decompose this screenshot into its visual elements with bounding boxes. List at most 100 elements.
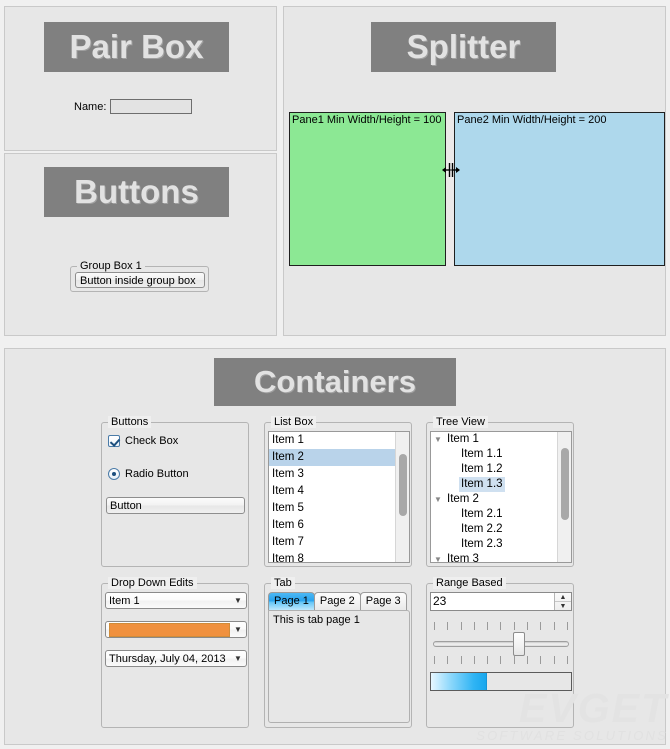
list-item[interactable]: Item 6 [269, 517, 395, 534]
chevron-down-icon[interactable]: ▼ [230, 625, 246, 634]
tab-strip: Page 1 Page 2 Page 3 [268, 592, 410, 610]
tab-body: This is tab page 1 [268, 610, 410, 723]
pair-box-name-row: Name: [74, 99, 193, 114]
group-box-1: Group Box 1 Button inside group box [70, 260, 209, 292]
tick-mark [553, 656, 555, 664]
tree-view-scroll-thumb[interactable] [561, 448, 569, 520]
tree-node[interactable]: Item 1.3 [431, 477, 557, 492]
tick-mark [460, 656, 462, 664]
button-inside-group-box[interactable]: Button inside group box [75, 272, 205, 288]
tree-node[interactable]: ▼ Item 3 [431, 552, 557, 563]
list-item[interactable]: Item 8 [269, 551, 395, 562]
tree-node-label: Item 2.2 [461, 523, 503, 535]
list-item[interactable]: Item 5 [269, 500, 395, 517]
tick-mark [566, 656, 568, 664]
color-combo-box[interactable]: ▼ [105, 621, 247, 638]
name-label: Name: [74, 100, 107, 113]
spin-edit-value: 23 [433, 594, 447, 608]
progress-bar-fill [431, 673, 487, 690]
date-combo-box[interactable]: Thursday, July 04, 2013 ▼ [105, 650, 247, 667]
tree-node-label: Item 3 [447, 553, 479, 563]
list-item[interactable]: Item 7 [269, 534, 395, 551]
tick-mark [500, 622, 502, 630]
tick-mark [473, 656, 475, 664]
tree-node[interactable]: Item 2.3 [431, 537, 557, 552]
tick-mark [566, 622, 568, 630]
tab-1[interactable]: Page 1 [268, 592, 315, 610]
list-box-group: List Box Item 1 Item 2 Item 3 Item 4 Item 5I… [264, 416, 412, 567]
triangle-down-icon[interactable]: ▼ [555, 602, 571, 610]
list-box-scrollbar[interactable] [395, 432, 409, 562]
range-based-group: Range Based 23 ▲ ▼ [426, 577, 574, 728]
spin-edit-buttons[interactable]: ▲ ▼ [554, 593, 571, 610]
tick-mark [460, 622, 462, 630]
splitter-pane-2-label: Pane2 Min Width/Height = 200 [457, 114, 607, 126]
tick-mark [447, 622, 449, 630]
list-box[interactable]: Item 1 Item 2 Item 3 Item 4 Item 5 Item 6 Item… [268, 431, 410, 563]
radio-icon[interactable] [108, 468, 120, 480]
spin-edit[interactable]: 23 ▲ ▼ [430, 592, 572, 611]
app-window: Pair Box Name: Buttons Group Box 1 Butto… [0, 0, 670, 749]
triangle-down-icon[interactable]: ▼ [431, 492, 445, 507]
splitter-pane-1: Pane1 Min Width/Height = 100 [289, 112, 446, 266]
tick-mark [447, 656, 449, 664]
list-item[interactable]: Item 3 [269, 466, 395, 483]
tick-mark [500, 656, 502, 664]
tick-mark [487, 622, 489, 630]
tree-node[interactable]: ▼ Item 1 [431, 432, 557, 447]
name-input[interactable] [110, 99, 193, 114]
track-bar-track[interactable] [433, 641, 569, 647]
tree-node[interactable]: Item 2.2 [431, 522, 557, 537]
track-bar-ticks-bottom [434, 656, 568, 664]
list-item[interactable]: Item 2 [269, 449, 395, 466]
radio-button-row[interactable]: Radio Button [108, 468, 189, 480]
list-item[interactable]: Item 4 [269, 483, 395, 500]
tree-view[interactable]: ▼ Item 1 Item 1.1 Item 1.2 Item 1.3 ▼ Item 2 It… [430, 431, 572, 563]
track-bar[interactable] [430, 622, 572, 666]
tab-legend: Tab [271, 577, 295, 589]
item-combo-box[interactable]: Item 1 ▼ [105, 592, 247, 609]
tree-node-label: Item 2 [447, 493, 479, 505]
tree-node[interactable]: Item 1.2 [431, 462, 557, 477]
chevron-down-icon[interactable]: ▼ [230, 654, 246, 663]
splitter-heading: Splitter [371, 22, 556, 72]
tree-view-scrollbar[interactable] [557, 432, 571, 562]
track-bar-thumb[interactable] [513, 632, 526, 656]
tree-node-label: Item 1.1 [461, 448, 503, 460]
tree-node-label: Item 2.3 [461, 538, 503, 550]
tree-node[interactable]: ▼ Item 2 [431, 492, 557, 507]
item-combo-value: Item 1 [109, 594, 140, 607]
buttons-heading: Buttons [44, 167, 229, 217]
chevron-down-icon[interactable]: ▼ [230, 596, 246, 605]
tree-node-label: Item 1.3 [459, 477, 505, 492]
tab-2[interactable]: Page 2 [313, 592, 361, 610]
track-bar-ticks-top [434, 622, 568, 630]
tree-node[interactable]: Item 1.1 [431, 447, 557, 462]
tab-group: Tab Page 1 Page 2 Page 3 This is tab page … [264, 577, 412, 728]
tick-mark [527, 622, 529, 630]
splitter-bar[interactable] [446, 112, 454, 266]
containers-button[interactable]: Button [106, 497, 245, 514]
tab-body-text: This is tab page 1 [273, 614, 360, 626]
containers-heading: Containers [214, 358, 456, 406]
tree-node-label: Item 2.1 [461, 508, 503, 520]
check-box-row[interactable]: Check Box [108, 435, 178, 447]
radio-button-label: Radio Button [125, 468, 189, 480]
list-box-legend: List Box [271, 416, 317, 428]
tick-mark [434, 622, 435, 630]
checkbox-icon[interactable] [108, 435, 120, 447]
tree-view-legend: Tree View [433, 416, 488, 428]
pair-box-heading: Pair Box [44, 22, 229, 72]
triangle-down-icon[interactable]: ▼ [431, 432, 445, 447]
tab-3[interactable]: Page 3 [359, 592, 407, 610]
list-box-scroll-thumb[interactable] [399, 454, 407, 516]
triangle-up-icon[interactable]: ▲ [555, 593, 571, 602]
triangle-down-icon[interactable]: ▼ [431, 552, 445, 562]
horizontal-resize-cursor-icon[interactable] [442, 161, 460, 179]
tick-mark [513, 622, 515, 630]
tick-mark [540, 656, 542, 664]
tree-view-group: Tree View ▼ Item 1 Item 1.1 Item 1.2 Item 1.… [426, 416, 574, 567]
containers-buttons-group: Buttons Check Box Radio Button Button [101, 416, 249, 567]
list-item[interactable]: Item 1 [269, 432, 395, 449]
tree-node[interactable]: Item 2.1 [431, 507, 557, 522]
